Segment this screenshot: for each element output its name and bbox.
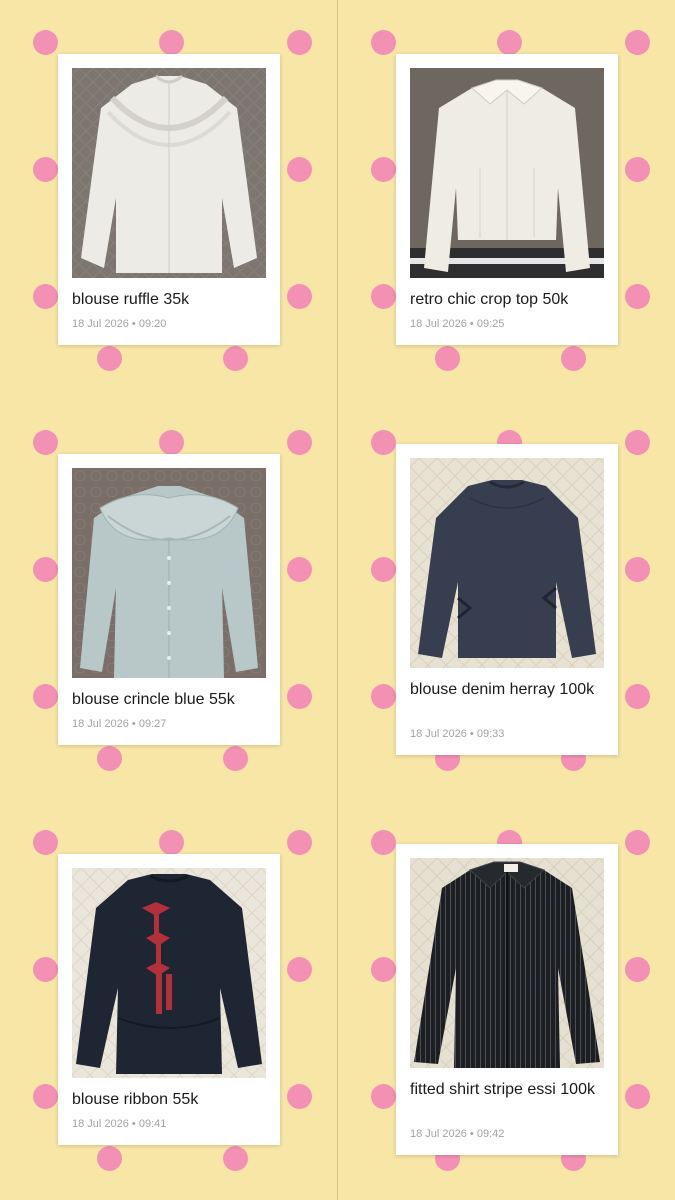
post-photo[interactable]	[410, 68, 604, 278]
navy-ribbon-blouse-image	[72, 868, 266, 1078]
polka-dot	[561, 346, 586, 371]
dark-denim-blouse-image	[410, 458, 604, 668]
polka-dot	[97, 746, 122, 771]
post-photo[interactable]	[72, 468, 266, 678]
post-timestamp: 18 Jul 2026 • 09:33	[410, 728, 505, 740]
polka-dot	[371, 830, 396, 855]
post-card[interactable]: blouse crincle blue 55k 18 Jul 2026 • 09…	[58, 454, 280, 745]
polka-dot	[287, 957, 312, 982]
polka-dot	[159, 430, 184, 455]
post-card[interactable]: retro chic crop top 50k 18 Jul 2026 • 09…	[396, 54, 618, 345]
post-card[interactable]: blouse ruffle 35k 18 Jul 2026 • 09:20	[58, 54, 280, 345]
polka-dot	[33, 1084, 58, 1109]
polka-dot	[33, 157, 58, 182]
polka-dot	[223, 346, 248, 371]
post-title[interactable]: blouse ribbon 55k	[72, 1090, 268, 1110]
polka-dot	[625, 684, 650, 709]
post-card[interactable]: blouse denim herray 100k 18 Jul 2026 • 0…	[396, 444, 618, 755]
post-photo[interactable]	[72, 68, 266, 278]
polka-dot	[625, 430, 650, 455]
white-ruffle-blouse-image	[72, 68, 266, 278]
post-photo[interactable]	[72, 868, 266, 1078]
polka-dot	[371, 557, 396, 582]
polka-dot	[625, 830, 650, 855]
polka-dot	[97, 346, 122, 371]
polka-dot	[625, 157, 650, 182]
polka-dot	[371, 1084, 396, 1109]
polka-dot	[33, 557, 58, 582]
polka-dot	[287, 284, 312, 309]
post-title[interactable]: blouse ruffle 35k	[72, 290, 268, 310]
polka-dot	[159, 830, 184, 855]
polka-dot	[159, 30, 184, 55]
polka-dot	[287, 430, 312, 455]
polka-dot	[371, 684, 396, 709]
post-timestamp: 18 Jul 2026 • 09:20	[72, 318, 167, 330]
polka-dot	[287, 557, 312, 582]
polka-dot	[625, 30, 650, 55]
post-photo[interactable]	[410, 858, 604, 1068]
post-timestamp: 18 Jul 2026 • 09:42	[410, 1128, 505, 1140]
polka-dot	[371, 157, 396, 182]
polka-dot	[33, 284, 58, 309]
striped-fitted-shirt-image	[410, 858, 604, 1068]
polka-dot	[625, 284, 650, 309]
polka-dot	[97, 1146, 122, 1171]
post-title[interactable]: retro chic crop top 50k	[410, 290, 606, 310]
polka-dot	[33, 830, 58, 855]
polka-dot	[33, 30, 58, 55]
polka-dot	[371, 284, 396, 309]
polka-dot	[287, 30, 312, 55]
post-timestamp: 18 Jul 2026 • 09:27	[72, 718, 167, 730]
post-timestamp: 18 Jul 2026 • 09:41	[72, 1118, 167, 1130]
polka-dot	[33, 684, 58, 709]
polka-dot	[625, 957, 650, 982]
polka-dot	[33, 430, 58, 455]
polka-dot	[287, 157, 312, 182]
polka-dot	[287, 1084, 312, 1109]
polka-dot	[625, 1084, 650, 1109]
column-divider	[337, 0, 338, 1200]
post-photo[interactable]	[410, 458, 604, 668]
cream-crop-top-image	[410, 68, 604, 278]
post-title[interactable]: blouse denim herray 100k	[410, 680, 606, 700]
polka-dot	[33, 957, 58, 982]
polka-dot	[223, 1146, 248, 1171]
polka-dot	[371, 30, 396, 55]
blue-crinkle-blouse-image	[72, 468, 266, 678]
post-card[interactable]: fitted shirt stripe essi 100k 18 Jul 202…	[396, 844, 618, 1155]
post-title[interactable]: blouse crincle blue 55k	[72, 690, 268, 710]
polka-dot	[287, 830, 312, 855]
polka-dot	[371, 430, 396, 455]
post-timestamp: 18 Jul 2026 • 09:25	[410, 318, 505, 330]
polka-dot	[287, 684, 312, 709]
polka-dot	[625, 557, 650, 582]
polka-dot	[371, 957, 396, 982]
polka-dot	[497, 30, 522, 55]
post-card[interactable]: blouse ribbon 55k 18 Jul 2026 • 09:41	[58, 854, 280, 1145]
polka-dot	[223, 746, 248, 771]
polka-dot	[435, 346, 460, 371]
post-title[interactable]: fitted shirt stripe essi 100k	[410, 1080, 606, 1100]
